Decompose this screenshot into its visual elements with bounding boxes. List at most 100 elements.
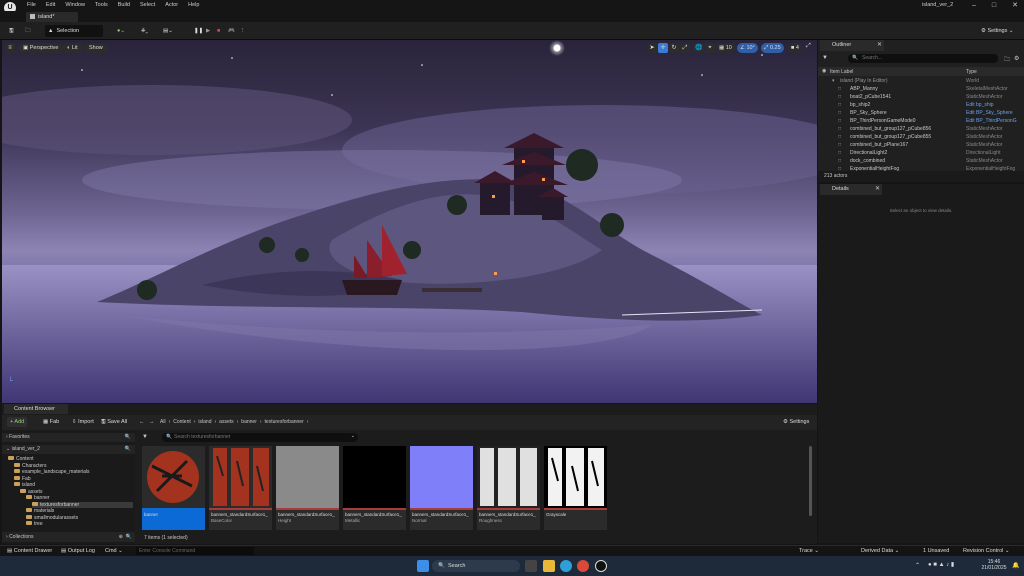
rotate-tool-icon[interactable]: ↻ xyxy=(669,43,679,53)
col-item-label[interactable]: Item Label xyxy=(830,69,853,75)
asset-tile-roughness[interactable]: banners_standardSurface1_ Roughness xyxy=(477,446,540,530)
task-view-icon[interactable] xyxy=(525,560,537,572)
outliner-row[interactable]: □ dock_combined StaticMeshActor xyxy=(818,157,1024,165)
menu-edit[interactable]: Edit xyxy=(46,2,55,8)
menu-window[interactable]: Window xyxy=(65,2,85,8)
outliner-row[interactable]: □ ABP_Manny SkeletalMeshActor xyxy=(818,85,1024,93)
file-explorer-icon[interactable] xyxy=(543,560,555,572)
folder-tree-item[interactable]: banner xyxy=(26,495,50,501)
outliner-row[interactable]: □ boat2_pCube1541 StaticMeshActor xyxy=(818,93,1024,101)
scale-tool-icon[interactable]: ⤢ xyxy=(680,43,690,53)
menu-select[interactable]: Select xyxy=(140,2,155,8)
outliner-row[interactable]: □ DirectionalLight2 DirectionalLight xyxy=(818,149,1024,157)
filter-icon[interactable]: ▼ xyxy=(142,434,148,440)
output-log-button[interactable]: ▤ Output Log xyxy=(58,546,98,556)
add-button[interactable]: + Add xyxy=(7,417,28,427)
maximize-viewport-icon[interactable]: ⤢ xyxy=(806,43,814,53)
edit-blueprint-link[interactable]: Edit bp_ship xyxy=(966,101,994,109)
breadcrumb-content[interactable]: Content xyxy=(173,419,191,425)
chevron-down-icon[interactable]: ⌄ xyxy=(351,433,355,439)
camera-speed-button[interactable]: ■ 4 xyxy=(788,43,802,53)
scale-snap-button[interactable]: ⤢ 0.25 xyxy=(761,43,784,53)
minimize-button[interactable]: – xyxy=(972,2,976,9)
add-icon[interactable]: ⊕ xyxy=(119,532,123,542)
edit-blueprint-link[interactable]: Edit BP_Sky_Sphere xyxy=(966,109,1013,117)
close-button[interactable]: ✕ xyxy=(1012,1,1018,9)
outliner-row[interactable]: □ bp_ship2 Edit bp_ship xyxy=(818,101,1024,109)
outliner-settings-icon[interactable]: ⚙ xyxy=(1014,55,1019,62)
search-icon[interactable]: 🔍 xyxy=(125,433,131,442)
breadcrumb-texturesforbanner[interactable]: texturesforbanner xyxy=(265,419,304,425)
taskbar-search[interactable]: 🔍 Search xyxy=(432,560,520,572)
derived-data-button[interactable]: Derived Data ⌄ xyxy=(858,546,902,556)
outliner-row[interactable]: ▾ island (Play In Editor) World xyxy=(818,77,1024,85)
tab-island[interactable]: island* xyxy=(26,12,78,22)
tab-outliner[interactable]: Outliner xyxy=(820,40,884,51)
favorites-section[interactable]: › Favorites 🔍 xyxy=(2,433,135,442)
asset-tile-basecolor[interactable]: banners_standardSurface1_ BaseColor xyxy=(209,446,272,530)
breadcrumb-island[interactable]: island xyxy=(198,419,211,425)
folder-tree-item[interactable]: smallmodularassets xyxy=(26,514,78,521)
search-icon[interactable]: 🔍 xyxy=(126,532,132,542)
close-tab-icon[interactable]: ✕ xyxy=(877,41,882,48)
folder-tree-item[interactable]: texturesforbanner xyxy=(32,501,133,508)
add-folder-icon[interactable]: 🗀 xyxy=(1004,55,1010,65)
level-viewport[interactable]: ≡ ▣ Perspective ◐ Lit Show ➤ ✛ ↻ ⤢ 🌐 ⌖ ▦… xyxy=(2,40,817,403)
save-all-button[interactable]: 🖫 Save All xyxy=(98,417,130,427)
browse-icon[interactable]: 🗀 xyxy=(22,25,34,37)
asset-tile-metallic[interactable]: banners_standardSurface1_ Metallic xyxy=(343,446,406,530)
cb-settings-button[interactable]: ⚙ Settings xyxy=(780,417,812,427)
console-input[interactable]: Enter Console Command xyxy=(136,547,254,555)
asset-tile-normal[interactable]: banners_standardSurface1_ Normal xyxy=(410,446,473,530)
project-section[interactable]: ⌄ island_ver_2 🔍 xyxy=(2,445,135,454)
outliner-row[interactable]: □ BP_Sky_Sphere Edit BP_Sky_Sphere xyxy=(818,109,1024,117)
unsaved-button[interactable]: 1 Unsaved xyxy=(920,546,952,556)
angle-snap-button[interactable]: ∠ 10° xyxy=(737,43,758,53)
breadcrumb-assets[interactable]: assets xyxy=(219,419,233,425)
move-tool-icon[interactable]: ✛ xyxy=(658,43,668,53)
unreal-engine-taskbar-icon[interactable] xyxy=(595,560,607,572)
notification-bell-icon[interactable]: 🔔 xyxy=(1012,562,1019,569)
chrome-browser-icon[interactable] xyxy=(577,560,589,572)
trace-dropdown[interactable]: Trace ⌄ xyxy=(796,546,822,556)
col-type[interactable]: Type xyxy=(966,69,977,75)
maximize-button[interactable]: □ xyxy=(992,2,996,9)
surface-snap-icon[interactable]: ⌖ xyxy=(705,43,715,53)
lit-button[interactable]: ◐ Lit xyxy=(62,43,83,53)
perspective-button[interactable]: ▣ Perspective xyxy=(18,43,64,53)
viewport-menu-icon[interactable]: ≡ xyxy=(5,43,15,53)
outliner-row[interactable]: □ combined_but_group127_pCube856 StaticMes… xyxy=(818,125,1024,133)
cinematics-icon[interactable]: ▤⌄ xyxy=(160,25,176,37)
grid-snap-button[interactable]: ▦ 10 xyxy=(716,43,735,53)
outliner-row[interactable]: □ BP_ThirdPersonGameMode0 Edit BP_ThirdPer… xyxy=(818,117,1024,125)
asset-scrollbar[interactable] xyxy=(809,446,812,516)
folder-tree-item[interactable]: example_landscape_materials xyxy=(14,469,90,475)
show-button[interactable]: Show xyxy=(84,43,108,53)
skip-icon[interactable]: ▶ xyxy=(203,25,213,37)
menu-tools[interactable]: Tools xyxy=(95,2,108,8)
add-actor-icon[interactable]: ●⌄ xyxy=(114,25,128,37)
breadcrumb-all[interactable]: All xyxy=(160,419,166,425)
outliner-search-input[interactable]: 🔍 Search... xyxy=(848,54,998,63)
world-space-icon[interactable]: 🌐 xyxy=(694,43,704,53)
asset-tile-grayscale[interactable]: Grayscale xyxy=(544,446,607,530)
edit-blueprint-link[interactable]: Edit BP_ThirdPersonG xyxy=(966,117,1017,125)
save-icon[interactable]: 🖫 xyxy=(6,25,17,37)
menu-file[interactable]: File xyxy=(27,2,36,8)
tab-details[interactable]: Details xyxy=(820,184,882,195)
more-options-icon[interactable]: ⋮ xyxy=(237,25,249,37)
import-button[interactable]: ⇩ Import xyxy=(69,417,97,427)
chevron-up-icon[interactable]: ⌃ xyxy=(915,562,920,569)
folder-tree-item[interactable]: Characters xyxy=(14,462,46,469)
selection-mode-dropdown[interactable]: ▲Selection Mode⌄ xyxy=(45,25,103,46)
folder-tree-item[interactable]: island xyxy=(14,482,35,488)
content-drawer-button[interactable]: ▤ Content Drawer xyxy=(4,546,55,556)
folder-tree-item[interactable]: Fab xyxy=(14,475,31,482)
select-tool-icon[interactable]: ➤ xyxy=(647,43,657,53)
outliner-row[interactable]: □ combined_but_group127_pCube855 StaticMes… xyxy=(818,133,1024,141)
search-icon[interactable]: 🔍 xyxy=(125,445,131,454)
menu-help[interactable]: Help xyxy=(188,2,199,8)
breadcrumb-banner[interactable]: banner xyxy=(241,419,257,425)
revision-control-button[interactable]: Revision Control ⌄ xyxy=(960,546,1013,556)
windows-start-icon[interactable] xyxy=(417,560,429,572)
